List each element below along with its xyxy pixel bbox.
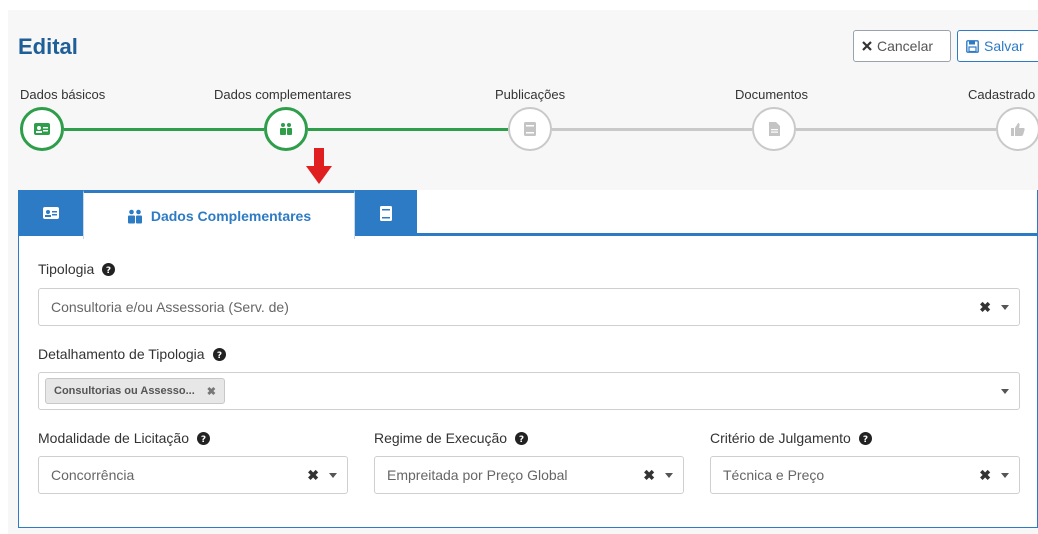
step-dados-basicos[interactable] [20,107,64,151]
detalhamento-label: Detalhamento de Tipologia ? [38,346,226,362]
floppy-disk-icon [966,39,979,53]
save-button-label: Salvar [984,38,1024,54]
cancel-button[interactable]: Cancelar [853,30,951,62]
tab-publicacoes[interactable] [355,190,417,236]
book-icon [380,205,392,221]
chip-remove-icon[interactable]: ✖ [207,385,216,398]
step-connector-1 [64,128,264,131]
clear-icon[interactable]: ✖ [643,467,655,484]
regime-label: Regime de Execução ? [374,430,529,446]
question-circle-icon[interactable]: ? [197,431,210,445]
file-icon [768,122,780,136]
page-title: Edital [18,34,78,59]
step-label-publicacoes: Publicações [495,87,566,102]
step-cadastrado[interactable] [996,107,1038,151]
step-connector-3 [552,128,752,131]
svg-text:?: ? [106,266,111,276]
regime-value: Empreitada por Preço Global [387,467,568,483]
modalidade-label: Modalidade de Licitação ? [38,430,210,446]
step-dados-complementares[interactable] [264,107,308,151]
chevron-down-icon[interactable] [665,472,673,478]
svg-text:?: ? [863,435,868,445]
criterio-select[interactable]: Técnica e Preço ✖ [710,456,1020,494]
svg-text:?: ? [519,435,524,445]
question-circle-icon[interactable]: ? [515,431,529,445]
modalidade-select[interactable]: Concorrência ✖ [38,456,348,494]
clear-icon[interactable]: ✖ [307,467,319,484]
criterio-label-text: Critério de Julgamento [710,430,851,446]
id-card-icon [34,123,50,135]
clear-icon[interactable]: ✖ [979,467,991,484]
svg-text:?: ? [201,435,206,445]
question-circle-icon[interactable]: ? [102,262,116,276]
regime-label-text: Regime de Execução [374,430,508,446]
step-connector-2 [308,128,508,131]
question-circle-icon[interactable]: ? [858,431,872,445]
id-card-icon [42,207,59,219]
regime-select[interactable]: Empreitada por Preço Global ✖ [374,456,684,494]
criterio-label: Critério de Julgamento ? [710,430,872,446]
criterio-value: Técnica e Preço [723,467,825,483]
step-documentos[interactable] [752,107,796,151]
book-icon [524,122,536,136]
close-icon [862,41,872,51]
tipologia-select[interactable]: Consultoria e/ou Assessoria (Serv. de) ✖ [38,288,1020,326]
chevron-down-icon[interactable] [1001,472,1009,478]
question-circle-icon[interactable]: ? [212,347,226,361]
tab-label: Dados Complementares [150,208,312,224]
svg-text:?: ? [216,351,221,361]
step-label-documentos: Documentos [735,87,808,102]
users-icon [127,209,142,223]
chip-label: Consultorias ou Assesso... [54,385,195,397]
cancel-button-label: Cancelar [877,38,934,54]
detalhamento-label-text: Detalhamento de Tipologia [38,346,205,362]
thumbs-up-icon [1011,123,1025,136]
step-label-dados-basicos: Dados básicos [20,87,106,102]
modalidade-label-text: Modalidade de Licitação [38,430,189,446]
tipologia-value: Consultoria e/ou Assessoria (Serv. de) [51,299,289,315]
tipologia-label: Tipologia ? [38,261,116,277]
tipologia-label-text: Tipologia [38,261,95,277]
save-button[interactable]: Salvar [957,30,1038,62]
chevron-down-icon[interactable] [1001,388,1009,394]
modalidade-value: Concorrência [51,467,135,483]
users-icon [280,123,292,135]
chevron-down-icon[interactable] [1001,304,1009,310]
step-label-dados-complementares: Dados complementares [214,87,352,102]
tab-dados-basicos[interactable] [18,190,83,236]
detalhamento-multiselect[interactable]: Consultorias ou Assesso... ✖ [38,372,1020,410]
chevron-down-icon[interactable] [329,472,337,478]
step-publicacoes[interactable] [508,107,552,151]
red-down-arrow-icon [306,148,332,184]
step-label-cadastrado: Cadastrado [968,87,1036,102]
step-connector-4 [796,128,996,131]
selected-chip[interactable]: Consultorias ou Assesso... ✖ [45,378,226,404]
tab-dados-complementares[interactable]: Dados Complementares [83,190,355,239]
clear-icon[interactable]: ✖ [979,299,991,316]
